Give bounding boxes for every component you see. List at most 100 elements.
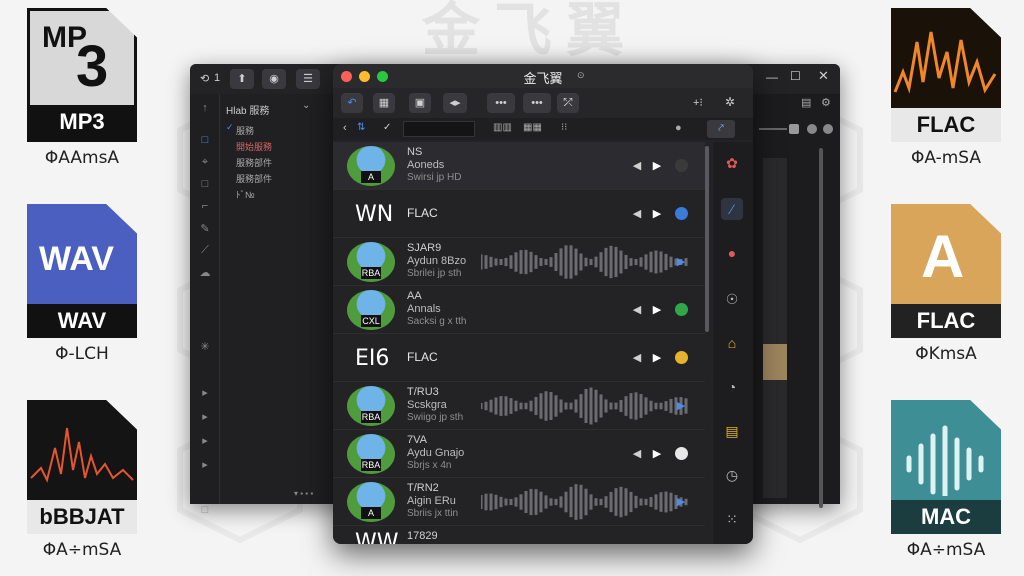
prev-icon[interactable]: ◀ (629, 206, 645, 222)
maximize-icon[interactable]: ☐ (790, 69, 801, 83)
view-grid-icon[interactable]: ▦▦ (523, 122, 542, 133)
album-thumbnail: A (347, 482, 395, 522)
prev-icon[interactable]: ◀ (629, 350, 645, 366)
square-icon[interactable]: □ (198, 134, 212, 148)
track-row[interactable]: A T/RN2 Aigin ERu Sbriis jx ttin ▶ (333, 478, 705, 526)
prev-icon[interactable]: ◀ (629, 542, 645, 544)
waveform[interactable] (481, 480, 691, 524)
back-arrow-button[interactable]: ↶ (341, 93, 363, 113)
sidebar-item-4[interactable]: ﾄﾞ№ (236, 188, 255, 201)
view-list-icon[interactable]: ⁝⁝ (561, 122, 567, 133)
minimize-icon[interactable]: — (766, 70, 778, 84)
sidebar-header-chevron[interactable]: ⌄ (302, 100, 310, 111)
track-row[interactable]: RBA T/RU3 Scskgra Swiigo jp sth ▶ (333, 382, 705, 430)
sidebar-item-1[interactable]: 開始服務 (236, 140, 272, 153)
sparkle-icon[interactable]: ✳ (198, 340, 212, 354)
play-icon[interactable]: ▶ (649, 350, 665, 366)
track-line-1: 7VA (407, 434, 427, 446)
bell-icon[interactable]: ⌂ (721, 332, 743, 354)
track-line-2: Sbrood (407, 543, 442, 544)
status-dot[interactable] (675, 303, 688, 316)
title-menu-icon[interactable]: ⊙ (577, 70, 585, 81)
waveform[interactable] (481, 240, 691, 284)
volume-button[interactable]: ◂▸ (443, 93, 467, 113)
file-card-flac-a: A FLAC ΦKmsA (886, 204, 1006, 364)
play-icon[interactable]: ▶ (649, 446, 665, 462)
sidebar-footer-controls[interactable]: ▾ ▪ ▪ ▪ (294, 489, 313, 498)
heart-icon[interactable]: ● (721, 242, 743, 264)
status-dot[interactable] (675, 159, 688, 172)
cloud-icon[interactable]: ☁ (198, 266, 212, 280)
filter-icon[interactable]: ✓ (383, 122, 391, 133)
bracket-icon[interactable]: ⌐ (198, 200, 212, 214)
search-input[interactable] (403, 121, 475, 137)
more-button-2[interactable]: ••• (523, 93, 551, 113)
back-indicator-icon[interactable]: ⟲ (200, 72, 209, 85)
track-row[interactable]: EI6 FLAC ◀ ▶ (333, 334, 705, 382)
track-row[interactable]: RBA SJAR9 Aydun 8Bzo Sbrilei jp sth ▶ (333, 238, 705, 286)
timeline-track[interactable] (763, 158, 787, 498)
prev-icon[interactable]: ◀ (629, 158, 645, 174)
track-row[interactable]: A NS Aoneds Swirsi jp HD ◀ ▶ (333, 142, 705, 190)
prev-icon[interactable]: ◀ (629, 302, 645, 318)
play-icon[interactable]: ▶ (649, 542, 665, 544)
frame-button[interactable]: ▣ (409, 93, 431, 113)
waveform[interactable] (481, 384, 691, 428)
nav-back-icon[interactable]: ‹ (343, 122, 347, 134)
play-icon[interactable]: ▶ (673, 398, 689, 414)
mic-icon[interactable]: ☉ (721, 288, 743, 310)
sort-icon[interactable]: ⇅ (357, 122, 365, 133)
vertical-scrollbar[interactable] (819, 148, 823, 508)
play-icon[interactable]: ▶ (649, 206, 665, 222)
status-dot[interactable] (675, 447, 688, 460)
track-row[interactable]: RBA 7VA Aydu Gnajo Sbrjs x 4n ◀ ▶ (333, 430, 705, 478)
clock-icon[interactable]: ◔ (721, 376, 743, 398)
play-icon[interactable]: ▶ (673, 494, 689, 510)
play-icon-3[interactable]: ▸ (198, 434, 212, 448)
track-row[interactable]: WN FLAC ◀ ▶ (333, 190, 705, 238)
flower-icon[interactable]: ✿ (721, 152, 743, 174)
square-outline-icon[interactable]: □ (198, 504, 212, 518)
pin-icon[interactable]: ⌖ (198, 156, 212, 170)
wand-icon[interactable]: ⁄ (721, 198, 743, 220)
play-icon[interactable]: ▶ (649, 302, 665, 318)
play-icon[interactable]: ▶ (673, 254, 689, 270)
back-slider-row[interactable] (759, 124, 835, 134)
status-dot[interactable] (675, 351, 688, 364)
back-hash-icon[interactable]: ▤ (801, 96, 811, 109)
pen-icon[interactable]: ✎ (198, 222, 212, 236)
play-icon-4[interactable]: ▸ (198, 458, 212, 472)
play-icon[interactable]: ▶ (649, 158, 665, 174)
grid-dots-icon[interactable]: ⁙ (721, 508, 743, 530)
stack-icon[interactable]: ▤ (721, 420, 743, 442)
timer-icon[interactable]: ◷ (721, 464, 743, 486)
info-icon[interactable]: ● (675, 122, 682, 134)
sidebar-item-0[interactable]: 服務 (236, 124, 254, 137)
box-icon[interactable]: □ (198, 178, 212, 192)
up-arrow-icon[interactable]: ↑ (198, 102, 212, 116)
equalizer-icon[interactable]: +⁝ (693, 96, 703, 109)
sidebar-item-2[interactable]: 服務部件 (236, 156, 272, 169)
sidebar-item-3[interactable]: 服務部件 (236, 172, 272, 185)
track-list-scrollbar[interactable] (705, 146, 709, 332)
more-button-1[interactable]: ••• (487, 93, 515, 113)
magic-icon[interactable]: ✲ (725, 95, 735, 109)
close-icon[interactable]: ✕ (818, 68, 829, 84)
grid-button[interactable]: ▦ (373, 93, 395, 113)
export-button[interactable]: ⤤ (707, 120, 735, 138)
track-row[interactable]: CXL AA Annals Sacksi g x tth ◀ ▶ (333, 286, 705, 334)
status-dot[interactable] (675, 207, 688, 220)
list-button[interactable]: ☰ (296, 69, 320, 89)
mac-waveform-icon (906, 425, 984, 496)
play-icon-1[interactable]: ▸ (198, 386, 212, 400)
record-button[interactable]: ◉ (262, 69, 286, 89)
back-settings-icon[interactable]: ⚙ (821, 96, 831, 109)
link-icon[interactable]: ⟋ (198, 244, 212, 258)
track-row[interactable]: WWLAI17829SbroodSwrisi jx ttim◀▶ (333, 526, 705, 544)
upload-button[interactable]: ⬆ (230, 69, 254, 89)
player-titlebar: 金飞翼 ⊙ (333, 64, 753, 88)
prev-icon[interactable]: ◀ (629, 446, 645, 462)
play-icon-2[interactable]: ▸ (198, 410, 212, 424)
shuffle-button[interactable]: ⤱ (557, 93, 579, 113)
view-columns-icon[interactable]: ▥▥ (493, 122, 512, 133)
